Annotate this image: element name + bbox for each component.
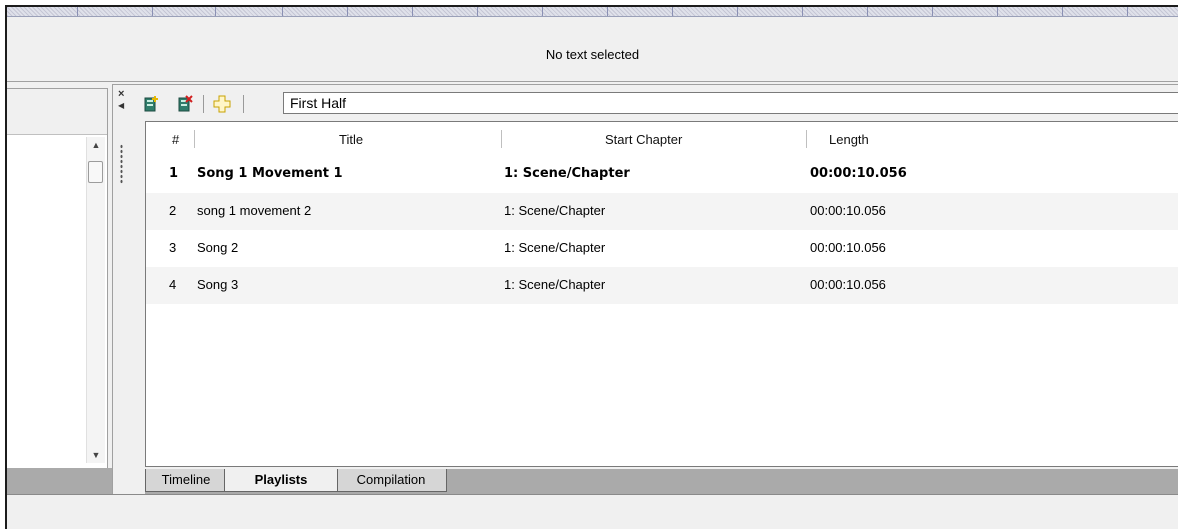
row-number: 1 xyxy=(169,166,179,181)
panel-tab-strip: Timeline Playlists Compilation xyxy=(145,469,1178,495)
scroll-up-icon[interactable]: ▲ xyxy=(87,137,105,153)
table-row[interactable]: 2 song 1 movement 2 1: Scene/Chapter 00:… xyxy=(146,193,1178,230)
bottom-area xyxy=(7,494,1178,529)
row-length: 00:00:10.056 xyxy=(810,240,886,255)
close-icon[interactable]: × xyxy=(118,89,124,100)
vertical-scrollbar[interactable]: ▲ ▼ xyxy=(86,137,105,463)
scroll-down-icon[interactable]: ▼ xyxy=(87,447,105,463)
table-header: # Title Start Chapter Length xyxy=(146,122,1178,156)
row-number: 2 xyxy=(169,203,177,218)
playlist-panel: × ◀ First Half # Title Start Chapter Len… xyxy=(112,84,1178,495)
application-window: No text selected ▲ ▼ × ◀ First Half # Ti… xyxy=(5,5,1178,529)
row-start-chapter: 1: Scene/Chapter xyxy=(504,240,606,255)
status-text: No text selected xyxy=(545,47,640,62)
left-panel-header xyxy=(7,89,107,135)
row-title: Song 2 xyxy=(197,240,239,255)
header-title[interactable]: Title xyxy=(339,132,363,147)
drag-handle-icon[interactable] xyxy=(120,144,123,184)
header-length[interactable]: Length xyxy=(829,132,869,147)
row-title: song 1 movement 2 xyxy=(197,203,312,218)
row-length: 00:00:10.056 xyxy=(810,277,886,292)
tab-playlists[interactable]: Playlists xyxy=(224,469,338,492)
tab-compilation[interactable]: Compilation xyxy=(335,469,447,492)
row-title: Song 1 Movement 1 xyxy=(197,166,343,181)
table-row[interactable]: 3 Song 2 1: Scene/Chapter 00:00:10.056 xyxy=(146,230,1178,267)
row-start-chapter: 1: Scene/Chapter xyxy=(504,277,606,292)
row-length: 00:00:10.056 xyxy=(810,166,907,181)
row-start-chapter: 1: Scene/Chapter xyxy=(504,166,630,181)
playlist-table: # Title Start Chapter Length 1 Song 1 Mo… xyxy=(145,121,1178,467)
tab-timeline[interactable]: Timeline xyxy=(145,469,227,492)
timeline-ruler[interactable] xyxy=(7,7,1178,17)
add-item-icon[interactable] xyxy=(211,93,233,115)
row-length: 00:00:10.056 xyxy=(810,203,886,218)
playlist-toolbar: First Half xyxy=(135,90,1178,118)
text-status-bar: No text selected xyxy=(7,17,1178,82)
panel-dock-grip[interactable]: × ◀ xyxy=(116,89,130,184)
playlist-selector[interactable]: First Half xyxy=(283,92,1178,114)
table-row[interactable]: 4 Song 3 1: Scene/Chapter 00:00:10.056 xyxy=(146,267,1178,304)
row-number: 3 xyxy=(169,240,177,255)
table-row[interactable]: 1 Song 1 Movement 1 1: Scene/Chapter 00:… xyxy=(146,156,1178,193)
header-number[interactable]: # xyxy=(172,132,179,147)
collapse-left-icon[interactable]: ◀ xyxy=(118,101,124,110)
row-title: Song 3 xyxy=(197,277,239,292)
delete-playlist-icon[interactable] xyxy=(175,93,197,115)
header-start-chapter[interactable]: Start Chapter xyxy=(605,132,682,147)
left-panel-footer xyxy=(7,468,112,494)
scrollbar-thumb[interactable] xyxy=(88,161,103,183)
left-panel: ▲ ▼ xyxy=(7,88,108,469)
row-start-chapter: 1: Scene/Chapter xyxy=(504,203,606,218)
row-number: 4 xyxy=(169,277,177,292)
add-playlist-icon[interactable] xyxy=(141,93,163,115)
